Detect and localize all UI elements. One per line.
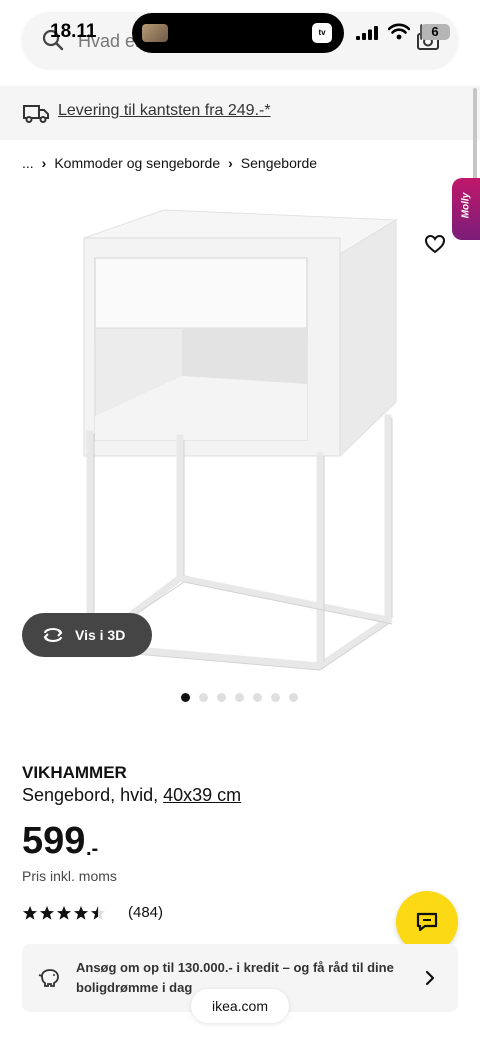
molly-label: Molly xyxy=(460,192,472,219)
price-suffix: .- xyxy=(86,838,99,860)
browser-url-pill[interactable]: ikea.com xyxy=(191,989,289,1023)
carousel-dot[interactable] xyxy=(271,693,280,702)
product-type: Sengebord, hvid, xyxy=(22,785,159,805)
product-name: VIKHAMMER xyxy=(22,763,127,782)
heart-icon[interactable] xyxy=(424,233,446,255)
star-half-icon xyxy=(91,906,105,920)
truck-icon xyxy=(23,105,49,123)
breadcrumb-item-ellipsis[interactable]: ... xyxy=(22,155,34,171)
now-playing-thumbnail xyxy=(142,24,168,42)
star-full-icon xyxy=(23,906,37,920)
molly-assistant-tab[interactable]: Molly xyxy=(452,178,480,240)
delivery-link[interactable]: Levering til kantsten fra 249.-* xyxy=(58,102,271,120)
star-full-icon xyxy=(57,906,71,920)
product-size-link[interactable]: 40x39 cm xyxy=(163,785,241,805)
status-time: 18.11 xyxy=(50,21,97,42)
carousel-dot[interactable] xyxy=(289,693,298,702)
scrollbar[interactable] xyxy=(473,88,477,180)
breadcrumb-item-kommoder[interactable]: Kommoder og sengeborde xyxy=(54,155,220,171)
carousel-dot[interactable] xyxy=(253,693,262,702)
chevron-right-icon[interactable] xyxy=(424,970,436,986)
cellular-signal-icon xyxy=(356,26,378,40)
carousel-dot[interactable] xyxy=(217,693,226,702)
battery-icon: 6 xyxy=(420,24,450,40)
carousel-dot[interactable] xyxy=(181,693,190,702)
product-description: Sengebord, hvid, 40x39 cm xyxy=(22,785,241,806)
dynamic-island: tv xyxy=(132,13,344,53)
breadcrumb-item-sengeborde[interactable]: Sengeborde xyxy=(241,155,317,171)
piggy-bank-icon xyxy=(38,969,59,987)
delivery-banner[interactable]: Levering til kantsten fra 249.-* xyxy=(0,86,480,140)
breadcrumb: ... › Kommoder og sengeborde › Sengeborde xyxy=(22,155,317,171)
view-in-3d-label: Vis i 3D xyxy=(75,627,126,643)
view-in-3d-button[interactable]: Vis i 3D xyxy=(22,613,152,657)
star-full-icon xyxy=(40,906,54,920)
price-note: Pris inkl. moms xyxy=(22,868,117,884)
browser-url: ikea.com xyxy=(211,998,269,1014)
chevron-right-icon: › xyxy=(41,155,47,171)
chat-icon xyxy=(416,912,438,932)
product-image[interactable] xyxy=(40,190,440,680)
product-page: Hvad er 18.11 tv 6 Levering til kantsten… xyxy=(0,0,480,1040)
star-full-icon xyxy=(74,906,88,920)
rotate-3d-icon xyxy=(43,628,63,642)
apple-tv-icon: tv xyxy=(312,23,332,43)
product-price: 599 xyxy=(22,820,86,862)
carousel-dot[interactable] xyxy=(235,693,244,702)
wifi-icon xyxy=(388,23,410,40)
battery-percent: 6 xyxy=(431,24,439,39)
review-count[interactable]: (484) xyxy=(128,904,163,921)
carousel-dot[interactable] xyxy=(199,693,208,702)
chevron-right-icon: › xyxy=(228,155,233,171)
